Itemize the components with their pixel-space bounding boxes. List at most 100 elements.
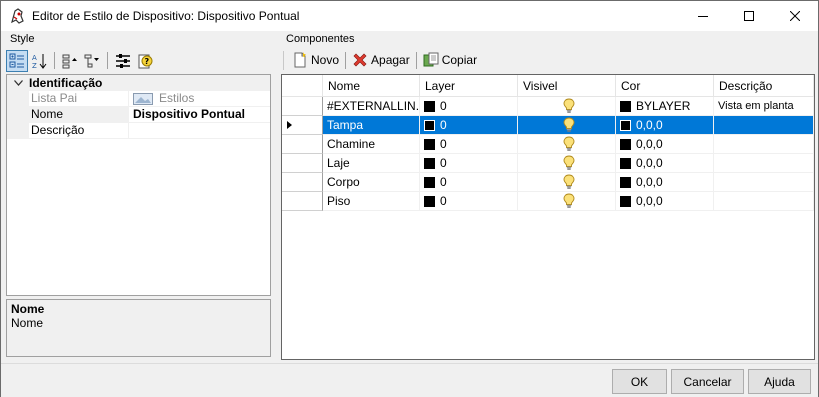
categorized-view-button[interactable] xyxy=(6,49,28,72)
collapse-all-button[interactable] xyxy=(81,50,103,72)
cell-visivel[interactable] xyxy=(518,192,616,211)
property-row-descricao[interactable]: Descrição xyxy=(7,123,270,139)
property-value[interactable]: Dispositivo Pontual xyxy=(129,107,270,122)
row-header[interactable] xyxy=(282,135,323,154)
lightbulb-icon xyxy=(563,155,574,170)
lightbulb-icon xyxy=(563,193,574,208)
column-header-visivel[interactable]: Visivel xyxy=(518,75,616,96)
cell-nome[interactable]: #EXTERNALLIN... xyxy=(323,97,420,116)
property-name: Lista Pai xyxy=(29,91,129,106)
toolbar-separator xyxy=(415,51,417,69)
toolbar-separator xyxy=(345,51,347,69)
cell-layer[interactable]: 0 xyxy=(420,97,518,116)
help-dialog-button[interactable]: Ajuda xyxy=(748,369,811,394)
cell-layer[interactable]: 0 xyxy=(420,116,518,135)
row-header[interactable] xyxy=(282,97,323,116)
color-swatch xyxy=(620,100,631,112)
property-value[interactable] xyxy=(129,123,270,138)
lightbulb-icon xyxy=(563,174,574,189)
app-logo-icon xyxy=(11,8,24,24)
table-row[interactable]: Chamine 0 0,0,0 xyxy=(282,135,814,154)
table-row[interactable]: #EXTERNALLIN... 0 BYLAYER Vista em planta xyxy=(282,97,814,116)
style-group-label: Style xyxy=(10,33,35,45)
cell-visivel[interactable] xyxy=(518,97,616,116)
row-header[interactable] xyxy=(282,173,323,192)
color-swatch xyxy=(424,157,435,169)
cell-visivel[interactable] xyxy=(518,173,616,192)
toolbar-separator xyxy=(107,52,108,69)
cell-layer[interactable]: 0 xyxy=(420,173,518,192)
cell-nome[interactable]: Corpo xyxy=(323,173,420,192)
grid-header: Nome Layer Visivel Cor Descrição xyxy=(282,75,814,97)
cell-visivel[interactable] xyxy=(518,135,616,154)
cell-cor[interactable]: 0,0,0 xyxy=(616,135,714,154)
property-name: Descrição xyxy=(29,123,129,138)
lightbulb-icon xyxy=(563,136,574,151)
cell-cor[interactable]: 0,0,0 xyxy=(616,154,714,173)
chevron-down-icon xyxy=(13,80,23,86)
maximize-button[interactable] xyxy=(726,1,772,31)
ok-button[interactable]: OK xyxy=(612,369,667,394)
cell-nome[interactable]: Laje xyxy=(323,154,420,173)
cell-visivel[interactable] xyxy=(518,154,616,173)
table-row[interactable]: Tampa 0 0,0,0 xyxy=(282,116,814,135)
image-icon xyxy=(133,92,153,105)
cell-cor[interactable]: 0,0,0 xyxy=(616,192,714,211)
cell-layer[interactable]: 0 xyxy=(420,154,518,173)
row-header[interactable] xyxy=(282,116,323,135)
maximize-icon xyxy=(744,11,754,21)
cell-cor[interactable]: BYLAYER xyxy=(616,97,714,116)
cell-descricao[interactable] xyxy=(714,173,814,192)
cell-nome[interactable]: Piso xyxy=(323,192,420,211)
cell-descricao[interactable]: Vista em planta xyxy=(714,97,814,116)
help-button[interactable]: ? xyxy=(134,50,156,72)
column-header-layer[interactable]: Layer xyxy=(420,75,518,96)
help-description: Nome xyxy=(11,316,44,330)
row-selector-arrow-icon xyxy=(287,121,292,129)
column-header-nome[interactable]: Nome xyxy=(323,75,420,96)
table-row[interactable]: Laje 0 0,0,0 xyxy=(282,154,814,173)
cell-descricao[interactable] xyxy=(714,192,814,211)
color-swatch xyxy=(424,176,435,188)
close-button[interactable] xyxy=(772,1,818,31)
cell-nome[interactable]: Chamine xyxy=(323,135,420,154)
cell-cor[interactable]: 0,0,0 xyxy=(616,173,714,192)
cell-layer[interactable]: 0 xyxy=(420,192,518,211)
table-row[interactable]: Corpo 0 0,0,0 xyxy=(282,173,814,192)
components-grid: Nome Layer Visivel Cor Descrição #EXTERN… xyxy=(281,74,815,360)
expand-all-button[interactable] xyxy=(59,50,81,72)
lightbulb-icon xyxy=(563,117,574,132)
alphabetical-view-button[interactable]: A Z xyxy=(28,50,50,72)
cell-visivel[interactable] xyxy=(518,116,616,135)
cell-descricao[interactable] xyxy=(714,135,814,154)
table-row[interactable]: Piso 0 0,0,0 xyxy=(282,192,814,211)
window-title: Editor de Estilo de Dispositivo: Disposi… xyxy=(32,9,300,23)
cell-descricao[interactable] xyxy=(714,154,814,173)
category-identificacao[interactable]: Identificação xyxy=(7,75,270,91)
minimize-button[interactable] xyxy=(680,1,726,31)
cancel-button[interactable]: Cancelar xyxy=(671,369,744,394)
column-header-cor[interactable]: Cor xyxy=(616,75,714,96)
new-component-button[interactable]: Novo xyxy=(288,49,343,71)
cell-descricao[interactable] xyxy=(714,116,814,135)
new-document-icon xyxy=(294,52,306,68)
sort-az-icon: A Z xyxy=(32,53,47,69)
cell-layer[interactable]: 0 xyxy=(420,135,518,154)
components-toolbar: Novo Apagar Copiar xyxy=(283,48,481,72)
toolbar-grip xyxy=(283,50,284,70)
delete-component-button[interactable]: Apagar xyxy=(348,49,414,71)
cell-nome[interactable]: Tampa xyxy=(323,116,420,135)
row-header-corner xyxy=(282,75,323,96)
column-header-descricao[interactable]: Descrição xyxy=(714,75,814,96)
dialog-button-bar: OK Cancelar Ajuda xyxy=(1,363,818,397)
property-row-nome[interactable]: Nome Dispositivo Pontual xyxy=(7,107,270,123)
copy-icon xyxy=(423,52,439,67)
collapse-icon xyxy=(84,54,99,67)
row-header[interactable] xyxy=(282,192,323,211)
row-header[interactable] xyxy=(282,154,323,173)
copy-component-button[interactable]: Copiar xyxy=(419,49,481,71)
property-pages-button[interactable] xyxy=(112,50,134,72)
cell-cor[interactable]: 0,0,0 xyxy=(616,116,714,135)
property-row-lista-pai[interactable]: Lista Pai Estilos xyxy=(7,91,270,107)
svg-text:Z: Z xyxy=(32,62,37,69)
